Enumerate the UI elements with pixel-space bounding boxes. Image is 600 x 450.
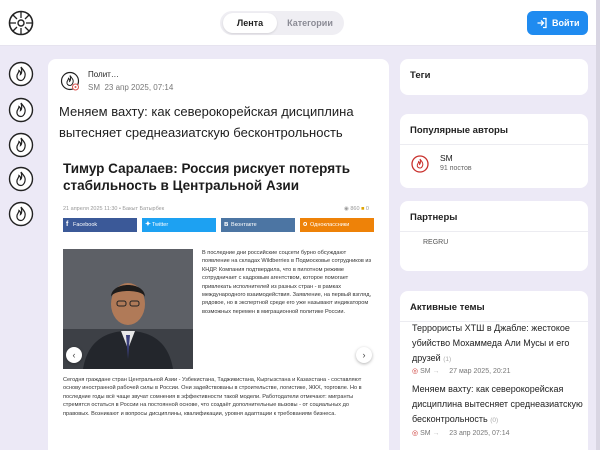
comment-icon: ■ xyxy=(361,206,365,212)
vk-icon: в xyxy=(224,221,229,228)
flame-icon[interactable] xyxy=(8,201,34,227)
facebook-icon: f xyxy=(66,221,69,228)
topic-count: (1) xyxy=(443,356,452,363)
page-scrollbar[interactable] xyxy=(596,0,600,450)
share-vk-button[interactable]: в Вконтакте xyxy=(221,218,295,232)
topic-item[interactable]: Меняем вахту: как северокорейская дисцип… xyxy=(412,382,584,428)
topic-date: 27 мар 2025, 20:21 xyxy=(449,368,511,375)
partner-link[interactable]: REGRU xyxy=(423,239,448,246)
flame-icon[interactable] xyxy=(8,97,34,123)
embed-meta: 21 апреля 2025 11:30 • Бакыт Батырбек xyxy=(63,206,165,212)
tags-title: Теги xyxy=(410,70,431,81)
embed-views: 860 xyxy=(350,206,360,212)
article-photo xyxy=(63,249,193,369)
flame-icon[interactable] xyxy=(8,166,34,192)
tags-card: Теги xyxy=(400,59,588,95)
author-avatar-icon[interactable] xyxy=(410,154,430,174)
embed-title: Тимур Саралаев: Россия рискует потерять … xyxy=(63,161,351,193)
top-bar: Лента Категории Войти xyxy=(0,0,600,46)
login-icon xyxy=(537,17,547,29)
ok-icon: o xyxy=(303,221,308,228)
feed-tabs: Лента Категории xyxy=(220,11,344,35)
partners-card: Партнеры REGRU xyxy=(400,201,588,271)
embed-stats: ◉ 860 ■ 0 xyxy=(344,206,369,212)
topic-count: (0) xyxy=(490,417,499,424)
divider xyxy=(400,231,588,232)
post-card: Полит… SM 23 апр 2025, 07:14 Меняем вахт… xyxy=(48,59,389,450)
topic-title[interactable]: Террористы ХТШ в Джабле: жестокое убийст… xyxy=(412,323,570,363)
post-meta: SM 23 апр 2025, 07:14 xyxy=(88,83,173,92)
login-label: Войти xyxy=(552,18,580,28)
embed-comments: 0 xyxy=(365,206,369,212)
topic-meta: ◎ SM → 23 апр 2025, 07:14 xyxy=(412,429,509,437)
topic-item[interactable]: Террористы ХТШ в Джабле: жестокое убийст… xyxy=(412,321,584,367)
tab-categories[interactable]: Категории xyxy=(280,13,340,33)
share-facebook-button[interactable]: f Facebook xyxy=(63,218,137,232)
post-title[interactable]: Меняем вахту: как северокорейская дисцип… xyxy=(59,101,383,143)
popular-author-name[interactable]: SM xyxy=(440,153,453,163)
popular-authors-title: Популярные авторы xyxy=(410,125,508,136)
topic-author[interactable]: SM xyxy=(420,430,431,437)
fire-icon: ◎ xyxy=(412,368,419,375)
topic-meta: ◎ SM → 27 мар 2025, 20:21 xyxy=(412,367,511,375)
topic-date: 23 апр 2025, 07:14 xyxy=(449,430,510,437)
carousel-prev-button[interactable]: ‹ xyxy=(66,347,82,363)
arrow-icon: → xyxy=(432,430,440,437)
arrow-icon: → xyxy=(432,368,440,375)
post-author[interactable]: SM xyxy=(88,83,100,92)
article-embed: Тимур Саралаев: Россия рискует потерять … xyxy=(60,154,378,450)
post-date: 23 апр 2025, 07:14 xyxy=(104,83,174,92)
tab-feed[interactable]: Лента xyxy=(223,13,277,33)
share-ok-button[interactable]: o Одноклассники xyxy=(300,218,374,232)
partners-title: Партнеры xyxy=(410,212,458,223)
share-twitter-button[interactable]: ✦ Twitter xyxy=(142,218,216,232)
flame-icon[interactable] xyxy=(8,61,34,87)
divider xyxy=(400,144,588,145)
feed-avatar-icon[interactable] xyxy=(60,71,80,91)
topic-author[interactable]: SM xyxy=(420,368,431,375)
twitter-icon: ✦ xyxy=(145,221,151,228)
popular-authors-card: Популярные авторы SM 91 постов xyxy=(400,114,588,188)
embed-paragraph-2: Сегодня граждане стран Центральной Азии … xyxy=(63,377,362,417)
flame-icon[interactable] xyxy=(8,132,34,158)
active-topics-title: Активные темы xyxy=(410,302,485,313)
embed-paragraph-1: В последние дни российские соцсети бурно… xyxy=(202,250,372,315)
carousel-next-button[interactable]: › xyxy=(356,347,372,363)
active-topics-card: Активные темы Террористы ХТШ в Джабле: ж… xyxy=(400,291,588,450)
feed-name[interactable]: Полит… xyxy=(88,70,119,79)
popular-author-posts: 91 постов xyxy=(440,165,472,172)
fire-icon: ◎ xyxy=(412,430,419,437)
login-button[interactable]: Войти xyxy=(527,11,588,35)
eye-icon: ◉ xyxy=(344,206,349,212)
site-logo-icon[interactable] xyxy=(8,10,34,36)
